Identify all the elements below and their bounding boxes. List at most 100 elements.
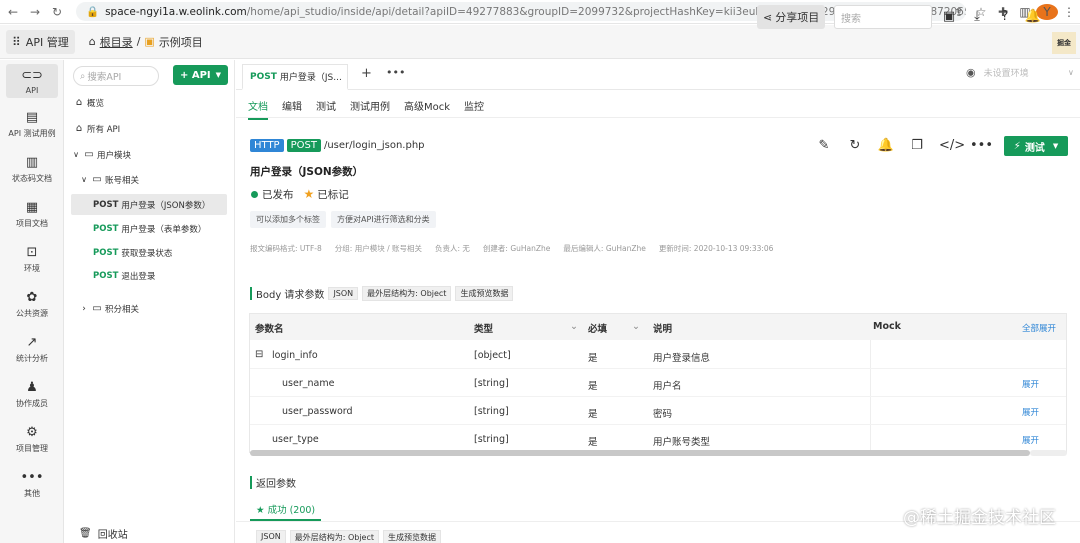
stats-icon: ↗ xyxy=(26,335,38,350)
menu-kebab-icon[interactable]: ⋮ xyxy=(1058,5,1080,19)
more-tabs-icon[interactable]: ••• xyxy=(386,66,405,79)
expand-row-link[interactable]: 展开 xyxy=(1022,406,1039,418)
star-icon: ★ xyxy=(303,187,315,201)
table-row: user_type [string] 是 用户账号类型 展开 xyxy=(250,425,1066,452)
notification-bell-icon[interactable]: 🔔 xyxy=(877,137,895,155)
preview-data-button[interactable]: 生成预览数据 xyxy=(383,530,442,543)
tree-item-label: 积分相关 xyxy=(105,304,140,315)
rail-public-resources[interactable]: ✿ 公共资源 xyxy=(0,282,64,327)
rail-project-docs[interactable]: ▦ 项目文档 xyxy=(0,192,64,237)
col-type: 类型 xyxy=(474,324,494,335)
url-bar[interactable]: 🔒 space-ngyi1a.w.eolink.com /home/api_st… xyxy=(76,2,966,21)
tree-folder-user-module[interactable]: ∨ ▭ 用户模块 xyxy=(71,144,227,165)
meta-owner: 负责人: 无 xyxy=(435,244,470,253)
tree-api-login-form[interactable]: POST 用户登录（表单参数） xyxy=(71,218,227,239)
home-icon: ⌂ xyxy=(75,123,83,134)
horizontal-scrollbar[interactable] xyxy=(250,450,1030,456)
param-type: [string] xyxy=(474,434,509,445)
tree-item-label: 账号相关 xyxy=(105,175,140,186)
rail-project-settings[interactable]: ⚙ 项目管理 xyxy=(0,417,64,462)
expand-row-link[interactable]: 展开 xyxy=(1022,378,1039,390)
url-host: space-ngyi1a.w.eolink.com xyxy=(105,5,247,18)
add-api-button[interactable]: + API ▼ xyxy=(173,65,228,85)
api-toolbar: ✎ ↻ 🔔 ❐ </> ••• xyxy=(815,137,993,155)
breadcrumb-project[interactable]: 示例项目 xyxy=(159,34,203,50)
tree-item-all-api[interactable]: ⌂ 所有 API xyxy=(71,118,227,139)
history-icon[interactable]: ↻ xyxy=(846,137,864,155)
col-desc: 说明 xyxy=(653,324,673,335)
param-name: user_name xyxy=(282,378,335,389)
param-required: 是 xyxy=(588,409,598,420)
tree-folder-points[interactable]: › ▭ 积分相关 xyxy=(79,298,235,319)
reload-icon[interactable]: ↻ xyxy=(48,3,66,21)
back-icon[interactable]: ← xyxy=(4,3,22,21)
rail-statistics[interactable]: ↗ 统计分析 xyxy=(0,327,64,372)
method-badge: POST xyxy=(286,139,321,152)
rail-more[interactable]: ••• 其他 xyxy=(0,462,64,507)
grid-icon: ⠿ xyxy=(12,34,21,49)
tree-api-login-json[interactable]: POST 用户登录（JSON参数） xyxy=(71,194,227,215)
rail-test-cases[interactable]: ▤ API 测试用例 xyxy=(0,102,64,147)
breadcrumb-root[interactable]: 根目录 xyxy=(100,34,133,50)
protocol-badge: HTTP xyxy=(250,139,284,152)
preview-data-button[interactable]: 生成预览数据 xyxy=(455,286,514,301)
api-search-placeholder: 搜索API xyxy=(87,72,122,83)
chevron-down-icon: ▼ xyxy=(215,71,222,79)
calendar-icon[interactable]: ▣ xyxy=(940,8,958,26)
more-icon[interactable]: ••• xyxy=(970,137,993,155)
expand-all-link[interactable]: 全部展开 xyxy=(1022,322,1056,334)
edit-pencil-icon[interactable]: ✎ xyxy=(815,137,833,155)
header-search-input[interactable]: 搜索 xyxy=(834,5,932,29)
api-search-input[interactable]: ⌕ 搜索API xyxy=(73,66,159,86)
tag-chip: 方便对API进行筛选和分类 xyxy=(331,211,436,228)
share-project-button[interactable]: ⋖ 分享项目 xyxy=(757,5,826,29)
tree-item-overview[interactable]: ⌂ 概览 xyxy=(71,92,227,113)
chevron-down-icon: ∨ xyxy=(73,150,79,159)
api-tree-sidebar: ⌕ 搜索API + API ▼ ⌂ 概览 ⌂ 所有 API ∨ ▭ 用户模块 ∨… xyxy=(65,60,235,543)
forward-icon[interactable]: → xyxy=(26,3,44,21)
tree-folder-account[interactable]: ∨ ▭ 账号相关 xyxy=(79,169,235,190)
collapse-icon[interactable]: ⊟ xyxy=(255,349,263,360)
api-management-switch[interactable]: ⠿ API 管理 xyxy=(6,29,75,54)
expand-row-link[interactable]: 展开 xyxy=(1022,434,1039,446)
star-icon: ★ xyxy=(256,505,265,516)
body-params-label: Body 请求参数 xyxy=(256,290,325,301)
tree-api-login-status[interactable]: POST 获取登录状态 xyxy=(71,242,227,263)
api-management-label: API 管理 xyxy=(25,35,69,49)
tree-item-label: 用户登录（表单参数） xyxy=(121,224,207,235)
recycle-bin[interactable]: 🗑 回收站 xyxy=(79,526,128,541)
api-title: 用户登录（JSON参数） xyxy=(250,166,364,178)
code-icon[interactable]: </> xyxy=(939,137,965,155)
copy-icon[interactable]: ❐ xyxy=(908,137,926,155)
sort-icon[interactable]: ⌄ xyxy=(632,321,640,332)
rail-api[interactable]: ⊂⊃ API xyxy=(6,64,58,98)
table-row: user_name [string] 是 用户名 展开 xyxy=(250,369,1066,397)
format-pill: JSON xyxy=(256,530,286,543)
rail-environment[interactable]: ⊡ 环境 xyxy=(0,237,64,282)
tab-api-login-json[interactable]: POST 用户登录（JS... xyxy=(242,64,348,90)
param-type: [string] xyxy=(474,378,509,389)
table-header: 参数名 类型 ⌄ 必填 ⌄ 说明 Mock 全部展开 xyxy=(250,314,1066,340)
rail-label: API xyxy=(25,85,39,95)
test-button[interactable]: ⚡ 测试 ▼ xyxy=(1004,136,1068,156)
body-params-title: Body 请求参数 JSON 最外层结构为: Object 生成预览数据 xyxy=(250,286,514,301)
rail-members[interactable]: ♟ 协作成员 xyxy=(0,372,64,417)
tree-api-logout[interactable]: POST 退出登录 xyxy=(71,265,227,286)
juejin-logo[interactable]: 掘金 xyxy=(1052,32,1076,54)
method-badge: POST xyxy=(93,270,119,281)
download-icon[interactable]: ⤓ xyxy=(968,8,986,26)
chevron-down-icon: ▼ xyxy=(1052,142,1059,150)
environment-select[interactable]: ◉ 未设置环境 xyxy=(966,66,1029,79)
notification-bell-icon[interactable]: 🔔 xyxy=(1024,8,1042,26)
scrollbar-track xyxy=(1030,450,1067,456)
tab-label: 用户登录（JS... xyxy=(279,73,342,83)
rail-status-codes[interactable]: ▥ 状态码文档 xyxy=(0,147,64,192)
tab-success-200[interactable]: ★ 成功 (200) xyxy=(250,502,322,521)
folder-icon: ▭ xyxy=(92,303,102,314)
marked-toggle[interactable]: ★ 已标记 xyxy=(304,187,349,202)
help-icon[interactable]: ? xyxy=(996,8,1014,26)
add-tab-icon[interactable]: + xyxy=(361,66,372,81)
sort-icon[interactable]: ⌄ xyxy=(570,321,578,332)
trash-icon: 🗑 xyxy=(79,528,92,539)
chevron-down-icon[interactable]: ∨ xyxy=(1068,68,1074,77)
